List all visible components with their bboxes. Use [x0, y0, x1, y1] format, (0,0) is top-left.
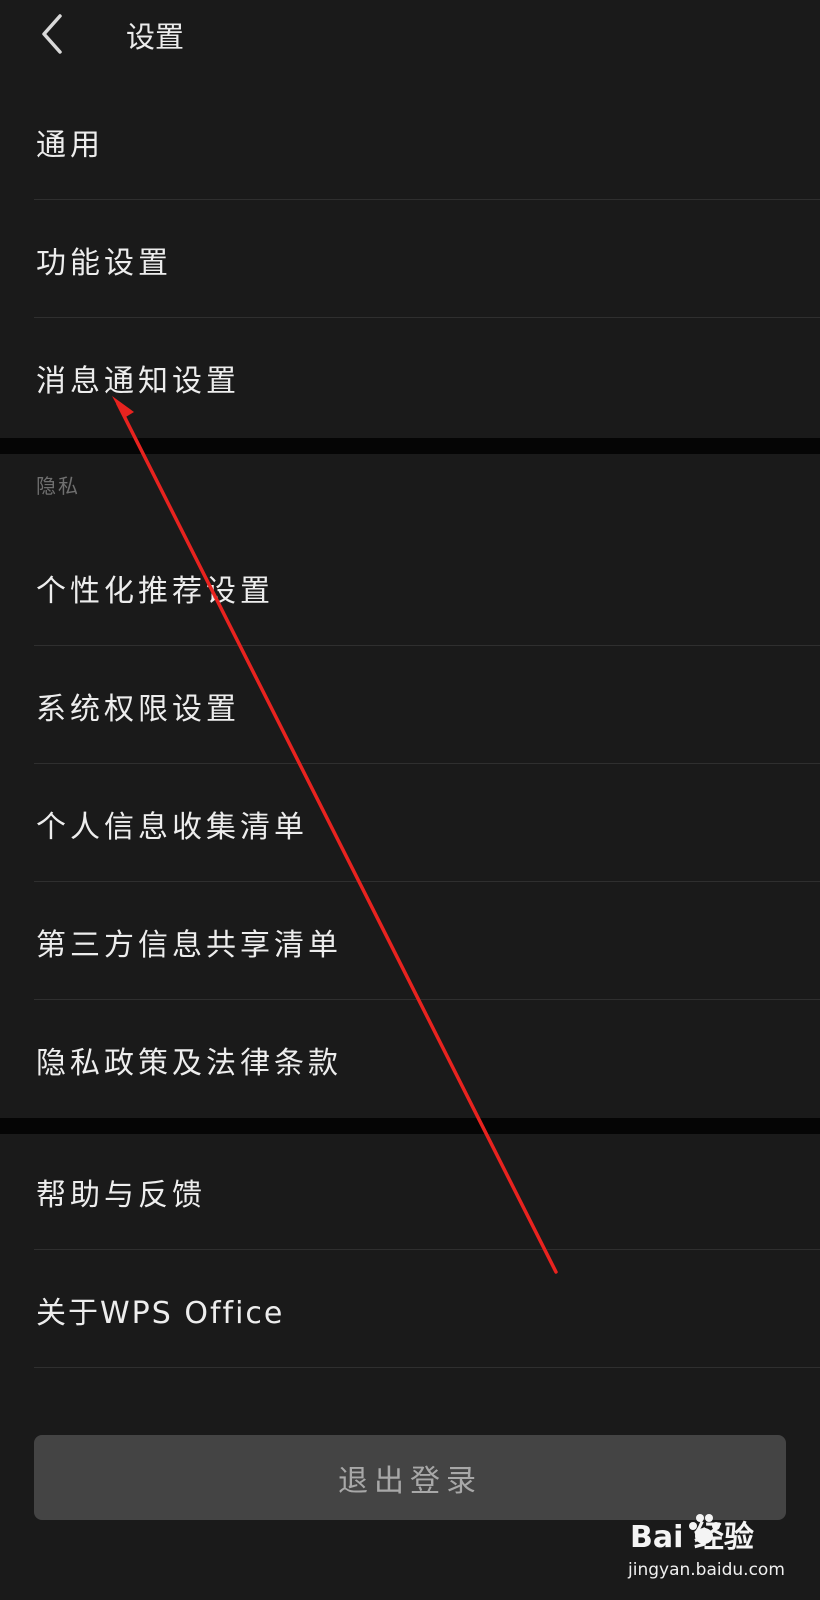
- logout-button-label: 退出登录: [338, 1463, 482, 1499]
- chevron-left-icon: [42, 14, 62, 54]
- general-settings-section: 通用 功能设置 消息通知设置: [0, 84, 820, 438]
- section-separator: [0, 1118, 820, 1134]
- divider: [34, 1249, 820, 1250]
- paw-icon: [689, 1514, 720, 1544]
- settings-item-personalized-recommendation[interactable]: 个性化推荐设置: [34, 530, 820, 646]
- settings-item-label: 帮助与反馈: [36, 1178, 206, 1213]
- divider: [34, 999, 820, 1000]
- settings-item-privacy-policy[interactable]: 隐私政策及法律条款: [34, 1002, 820, 1118]
- divider: [34, 317, 820, 318]
- settings-item-general[interactable]: 通用: [34, 84, 820, 200]
- section-separator: [0, 438, 820, 454]
- settings-item-label: 个人信息收集清单: [36, 810, 308, 845]
- settings-item-help-feedback[interactable]: 帮助与反馈: [34, 1134, 820, 1250]
- page-title: 设置: [126, 20, 185, 54]
- settings-item-label: 功能设置: [36, 246, 172, 281]
- settings-item-notification-settings[interactable]: 消息通知设置: [34, 320, 820, 436]
- back-button[interactable]: [34, 10, 74, 58]
- divider: [34, 1367, 820, 1368]
- settings-item-about[interactable]: 关于WPS Office: [34, 1252, 820, 1368]
- settings-item-personal-info-list[interactable]: 个人信息收集清单: [34, 766, 820, 882]
- divider: [34, 199, 820, 200]
- logout-button[interactable]: 退出登录: [34, 1435, 786, 1520]
- baidu-jingyan-watermark: Bai 经验 jingyan.baidu.com: [626, 1512, 796, 1590]
- settings-item-label: 通用: [36, 128, 104, 163]
- settings-item-label: 第三方信息共享清单: [36, 928, 342, 963]
- settings-item-label: 隐私政策及法律条款: [36, 1046, 342, 1081]
- settings-item-label: 个性化推荐设置: [36, 574, 274, 609]
- top-bar: 设置: [0, 0, 820, 70]
- privacy-group-title: 隐私: [36, 474, 80, 498]
- settings-item-label: 消息通知设置: [36, 364, 240, 399]
- other-section: 帮助与反馈 关于WPS Office: [0, 1134, 820, 1370]
- watermark-url: jingyan.baidu.com: [628, 1560, 785, 1580]
- settings-item-label: 系统权限设置: [36, 692, 240, 727]
- settings-item-label: 关于WPS Office: [36, 1296, 285, 1331]
- settings-item-feature-settings[interactable]: 功能设置: [34, 202, 820, 318]
- settings-item-system-permissions[interactable]: 系统权限设置: [34, 648, 820, 764]
- divider: [34, 763, 820, 764]
- divider: [34, 645, 820, 646]
- settings-item-third-party-sharing-list[interactable]: 第三方信息共享清单: [34, 884, 820, 1000]
- privacy-section: 个性化推荐设置 系统权限设置 个人信息收集清单 第三方信息共享清单 隐私政策及法…: [0, 530, 820, 1118]
- divider: [34, 881, 820, 882]
